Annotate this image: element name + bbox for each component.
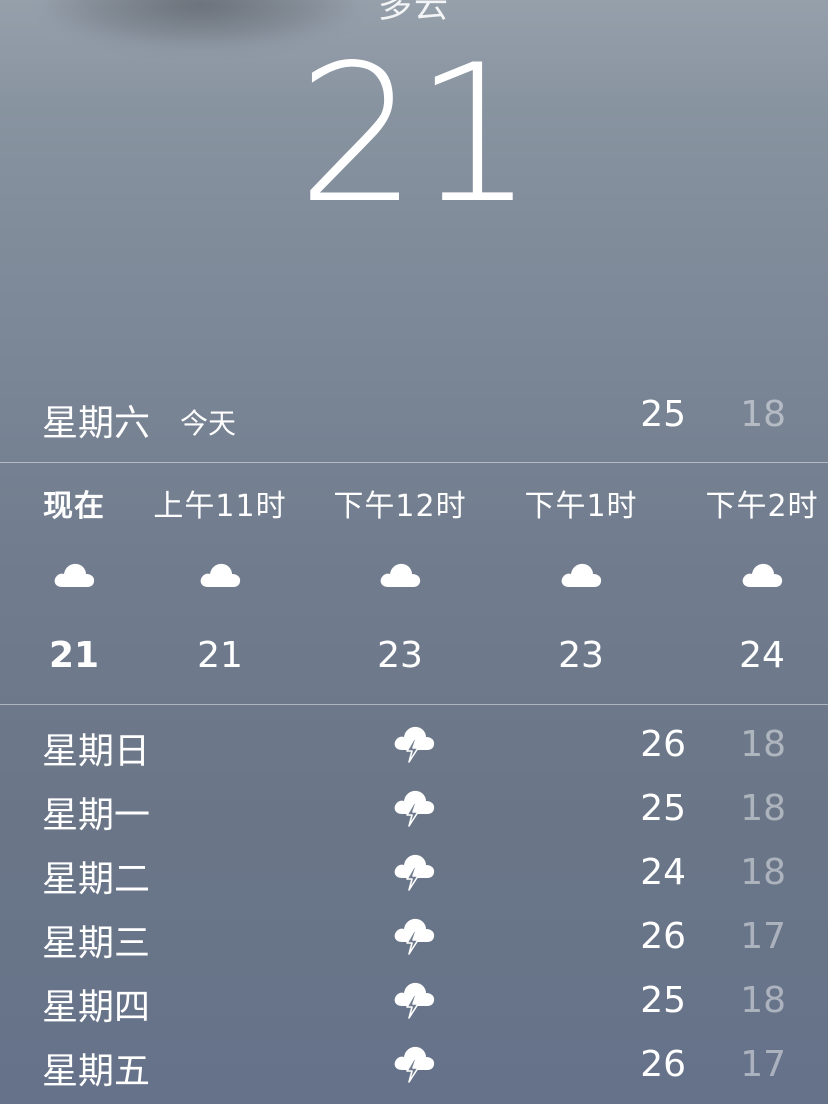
day-low: 18 xyxy=(740,980,786,1021)
thunderstorm-icon xyxy=(394,726,435,763)
current-temperature: 21 xyxy=(297,24,535,245)
hour-item: 上午11时 21 xyxy=(130,463,310,703)
day-name: 星期四 xyxy=(42,987,151,1028)
hour-item: 下午2时 24 xyxy=(672,463,828,703)
hourly-forecast[interactable]: 现在 21 上午11时 21 下午12时 23 下午1时 23 下午2时 24 xyxy=(0,463,828,703)
day-row: 星期四 25 18 xyxy=(0,968,828,1032)
thunderstorm-icon xyxy=(394,1046,435,1083)
today-low: 18 xyxy=(740,394,786,435)
hour-item: 下午1时 23 xyxy=(491,463,671,703)
today-high: 25 xyxy=(640,394,686,435)
today-summary-row: 星期六 今天 25 18 xyxy=(0,386,828,446)
day-row: 星期三 26 17 xyxy=(0,904,828,968)
day-high: 24 xyxy=(640,852,686,893)
day-name: 星期二 xyxy=(42,859,151,900)
day-low: 18 xyxy=(740,852,786,893)
day-high: 26 xyxy=(640,916,686,957)
day-high: 26 xyxy=(640,724,686,765)
day-low: 18 xyxy=(740,788,786,829)
hour-label: 下午12时 xyxy=(333,489,467,524)
hour-temp: 23 xyxy=(377,635,423,676)
day-name: 星期五 xyxy=(42,1051,151,1092)
hour-label: 下午2时 xyxy=(705,489,819,524)
day-low: 17 xyxy=(740,916,786,957)
day-row: 星期二 24 18 xyxy=(0,840,828,904)
divider-bottom xyxy=(0,704,828,705)
day-row: 星期五 26 17 xyxy=(0,1032,828,1096)
thunderstorm-icon xyxy=(394,982,435,1019)
thunderstorm-icon xyxy=(394,790,435,827)
cloud-icon xyxy=(742,563,783,587)
hour-label: 下午1时 xyxy=(524,489,638,524)
day-row: 星期日 26 18 xyxy=(0,712,828,776)
day-name: 星期一 xyxy=(42,795,151,836)
cloud-icon xyxy=(200,563,241,587)
day-name: 星期日 xyxy=(42,731,151,772)
today-day-name: 星期六 xyxy=(42,403,151,444)
day-high: 25 xyxy=(640,980,686,1021)
day-low: 18 xyxy=(740,724,786,765)
day-name: 星期三 xyxy=(42,923,151,964)
cloud-icon xyxy=(380,563,421,587)
day-row: 星期一 25 18 xyxy=(0,776,828,840)
cloud-icon xyxy=(54,563,95,587)
hour-temp: 24 xyxy=(739,635,785,676)
hour-temp: 23 xyxy=(558,635,604,676)
hour-item: 下午12时 23 xyxy=(310,463,490,703)
day-high: 25 xyxy=(640,788,686,829)
current-condition: 多云 xyxy=(378,0,450,26)
thunderstorm-icon xyxy=(394,918,435,955)
day-low: 17 xyxy=(740,1044,786,1085)
day-high: 26 xyxy=(640,1044,686,1085)
thunderstorm-icon xyxy=(394,854,435,891)
hour-label: 上午11时 xyxy=(153,489,287,524)
today-label: 今天 xyxy=(180,407,237,440)
cloud-icon xyxy=(561,563,602,587)
hour-temp: 21 xyxy=(197,635,243,676)
